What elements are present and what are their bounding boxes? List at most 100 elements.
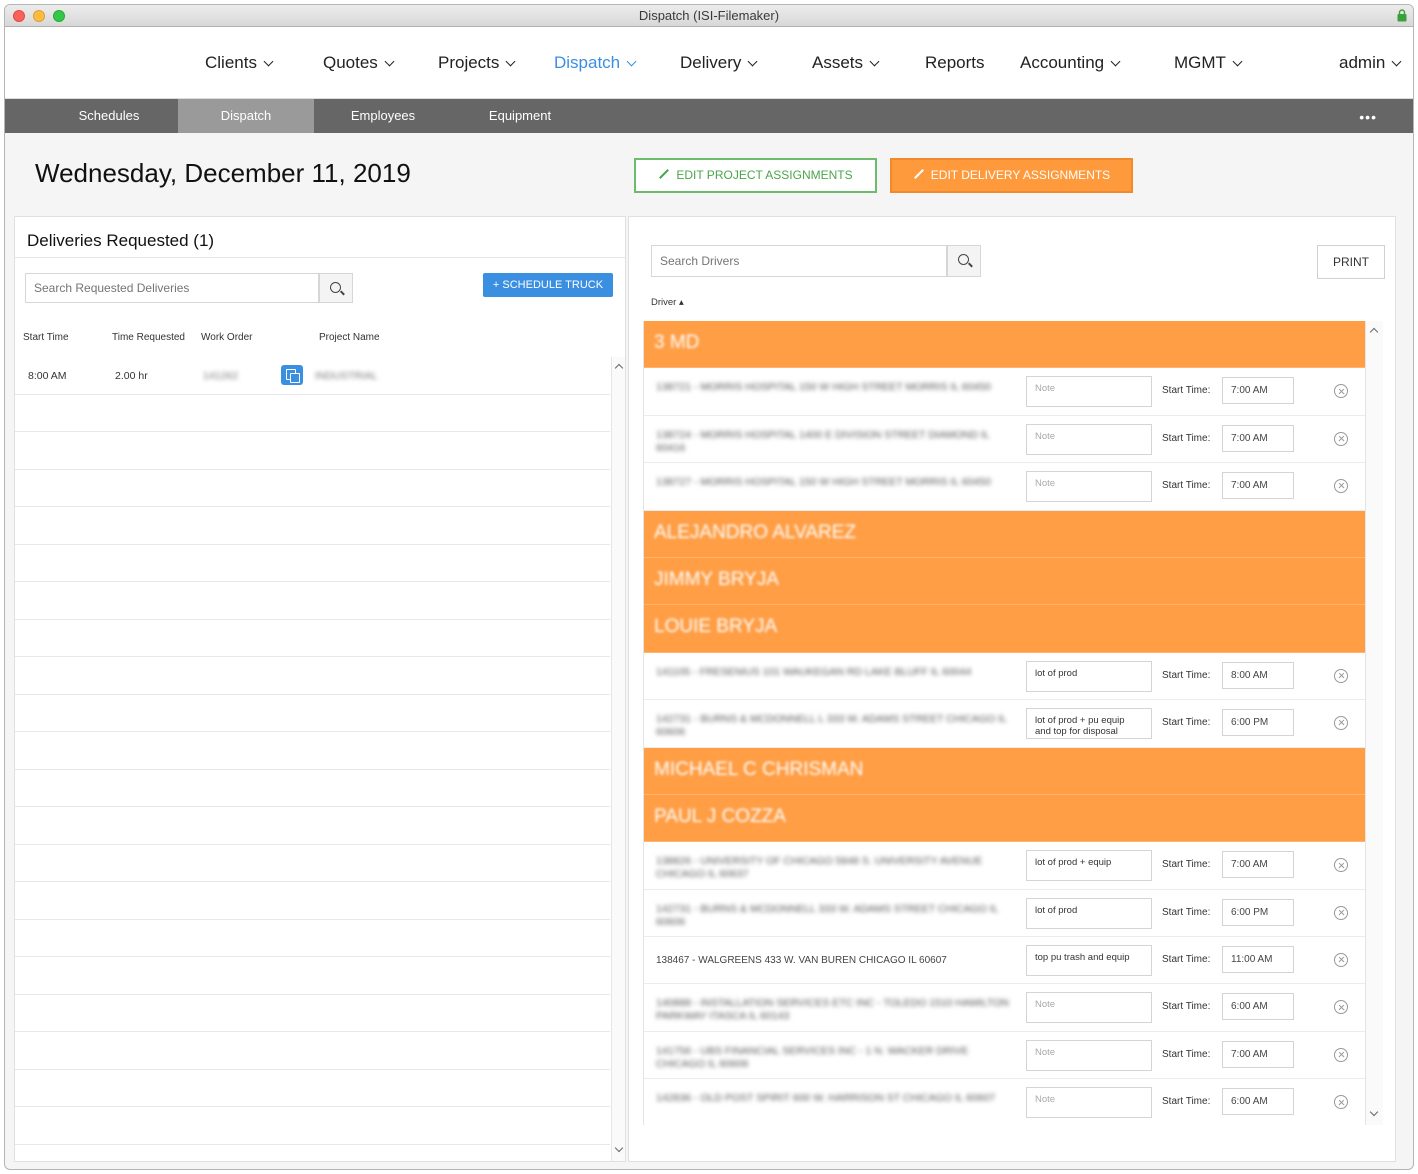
table-row bbox=[15, 545, 610, 582]
note-field[interactable]: lot of prod + pu equip and top for dispo… bbox=[1026, 708, 1152, 740]
note-field[interactable]: Note bbox=[1026, 423, 1152, 455]
remove-assignment-icon[interactable] bbox=[1334, 905, 1348, 920]
minimize-window-button[interactable] bbox=[33, 10, 45, 22]
table-row bbox=[15, 395, 610, 432]
tab-employees[interactable]: Employees bbox=[315, 99, 451, 133]
table-row bbox=[15, 620, 610, 657]
driver-group-header[interactable]: ALEJANDRO ALVAREZ bbox=[644, 510, 1365, 558]
drivers-panel: PRINT Driver ▴ 3 MD 138721 - MORRIS HOSPI… bbox=[628, 216, 1396, 1162]
remove-assignment-icon[interactable] bbox=[1334, 384, 1348, 399]
remove-assignment-icon[interactable] bbox=[1334, 431, 1348, 446]
start-time-label: Start Time: bbox=[1162, 1001, 1211, 1013]
start-time-field[interactable]: 6:00 AM bbox=[1222, 1088, 1294, 1116]
start-time-label: Start Time: bbox=[1162, 717, 1211, 729]
scroll-up-icon[interactable] bbox=[1369, 327, 1379, 337]
note-field[interactable]: lot of prod + equip bbox=[1026, 850, 1152, 882]
scroll-down-icon[interactable] bbox=[614, 1143, 624, 1153]
start-time-field[interactable]: 7:00 AM bbox=[1222, 424, 1294, 452]
nav-dispatch[interactable]: Dispatch bbox=[554, 53, 637, 73]
zoom-window-button[interactable] bbox=[53, 10, 65, 22]
table-row bbox=[15, 657, 610, 695]
nav-reports[interactable]: Reports bbox=[925, 53, 985, 73]
print-button[interactable]: PRINT bbox=[1317, 245, 1385, 279]
edit-project-assignments-button[interactable]: EDIT PROJECT ASSIGNMENTS bbox=[634, 158, 877, 193]
table-row bbox=[15, 957, 610, 995]
driver-group-header[interactable]: 3 MD bbox=[644, 321, 1365, 369]
search-icon bbox=[330, 282, 341, 293]
deliveries-scrollbar[interactable] bbox=[611, 357, 625, 1161]
chevron-down-icon bbox=[1110, 56, 1121, 67]
assignment-description: 142731 - BURNS & MCDONNELL L 333 W. ADAM… bbox=[656, 713, 1007, 739]
note-field[interactable]: Note bbox=[1026, 376, 1152, 408]
start-time-field[interactable]: 7:00 AM bbox=[1222, 472, 1294, 500]
note-field[interactable]: lot of prod bbox=[1026, 897, 1152, 929]
tab-schedules[interactable]: Schedules bbox=[41, 99, 177, 133]
edit-delivery-assignments-button[interactable]: EDIT DELIVERY ASSIGNMENTS bbox=[890, 158, 1133, 193]
driver-name: 3 MD bbox=[654, 332, 700, 353]
search-deliveries-field[interactable] bbox=[25, 273, 319, 303]
start-time-field[interactable]: 7:00 AM bbox=[1222, 377, 1294, 405]
nav-assets[interactable]: Assets bbox=[812, 53, 880, 73]
tab-equipment[interactable]: Equipment bbox=[452, 99, 588, 133]
remove-assignment-icon[interactable] bbox=[1334, 953, 1348, 968]
pencil-icon bbox=[913, 169, 924, 179]
search-deliveries-input[interactable] bbox=[26, 274, 318, 302]
start-time-field[interactable]: 8:00 AM bbox=[1222, 661, 1294, 689]
chevron-down-icon bbox=[747, 56, 758, 67]
driver-group-header[interactable]: PAUL J COZZA bbox=[644, 794, 1365, 843]
start-time-field[interactable]: 6:00 PM bbox=[1222, 709, 1294, 737]
note-field[interactable]: Note bbox=[1026, 992, 1152, 1024]
table-row[interactable]: 8:00 AM 2.00 hr 141262 INDUSTRIAL bbox=[15, 357, 610, 395]
start-time-field[interactable]: 7:00 AM bbox=[1222, 851, 1294, 879]
remove-assignment-icon[interactable] bbox=[1334, 479, 1348, 494]
driver-sort-header[interactable]: Driver ▴ bbox=[651, 297, 684, 308]
remove-assignment-icon[interactable] bbox=[1334, 716, 1348, 731]
search-drivers-button[interactable] bbox=[947, 245, 981, 277]
copy-icon[interactable] bbox=[281, 365, 303, 385]
driver-group-header[interactable]: LOUIE BRYJA bbox=[644, 605, 1365, 653]
nav-mgmt[interactable]: MGMT bbox=[1174, 53, 1243, 73]
nav-clients[interactable]: Clients bbox=[205, 53, 274, 73]
note-field[interactable]: Note bbox=[1026, 471, 1152, 503]
table-row bbox=[15, 695, 610, 732]
remove-assignment-icon[interactable] bbox=[1334, 858, 1348, 873]
assignment-row: 138727 - MORRIS HOSPITAL 150 W HIGH STRE… bbox=[644, 463, 1365, 511]
col-project-name[interactable]: Project Name bbox=[319, 332, 380, 343]
drivers-scrollbar[interactable] bbox=[1365, 321, 1383, 1125]
remove-assignment-icon[interactable] bbox=[1334, 1047, 1348, 1062]
start-time-field[interactable]: 11:00 AM bbox=[1222, 946, 1294, 974]
driver-name: ALEJANDRO ALVAREZ bbox=[654, 521, 857, 543]
start-time-field[interactable]: 6:00 PM bbox=[1222, 898, 1294, 926]
nav-accounting[interactable]: Accounting bbox=[1020, 53, 1121, 73]
remove-assignment-icon[interactable] bbox=[1334, 668, 1348, 683]
start-time-label: Start Time: bbox=[1162, 1096, 1211, 1108]
start-time-field[interactable]: 6:00 AM bbox=[1222, 993, 1294, 1021]
nav-admin[interactable]: admin bbox=[1339, 53, 1402, 73]
nav-quotes[interactable]: Quotes bbox=[323, 53, 395, 73]
scroll-up-icon[interactable] bbox=[614, 363, 624, 373]
remove-assignment-icon[interactable] bbox=[1334, 1000, 1348, 1015]
col-start-time[interactable]: Start Time bbox=[23, 332, 69, 343]
close-window-button[interactable] bbox=[13, 10, 25, 22]
scroll-down-icon[interactable] bbox=[1369, 1107, 1379, 1117]
remove-assignment-icon[interactable] bbox=[1334, 1095, 1348, 1110]
search-deliveries-button[interactable] bbox=[319, 273, 353, 303]
note-field[interactable]: Note bbox=[1026, 1087, 1152, 1119]
col-time-requested[interactable]: Time Requested bbox=[112, 332, 185, 343]
table-row bbox=[15, 582, 610, 620]
more-menu-icon[interactable]: ••• bbox=[1359, 109, 1377, 125]
note-field[interactable]: Note bbox=[1026, 1039, 1152, 1071]
note-field[interactable]: lot of prod bbox=[1026, 660, 1152, 692]
nav-delivery[interactable]: Delivery bbox=[680, 53, 758, 73]
note-field[interactable]: top pu trash and equip bbox=[1026, 945, 1152, 977]
driver-group-header[interactable]: MICHAEL C CHRISMAN bbox=[644, 747, 1365, 795]
search-drivers-field[interactable] bbox=[651, 245, 947, 277]
col-work-order[interactable]: Work Order bbox=[201, 332, 253, 343]
schedule-truck-button[interactable]: + SCHEDULE TRUCK bbox=[483, 273, 613, 297]
tab-dispatch[interactable]: Dispatch bbox=[178, 99, 314, 133]
start-time-field[interactable]: 7:00 AM bbox=[1222, 1040, 1294, 1068]
search-drivers-input[interactable] bbox=[652, 246, 946, 276]
chevron-down-icon bbox=[626, 56, 637, 67]
driver-group-header[interactable]: JIMMY BRYJA bbox=[644, 557, 1365, 606]
nav-projects[interactable]: Projects bbox=[438, 53, 516, 73]
